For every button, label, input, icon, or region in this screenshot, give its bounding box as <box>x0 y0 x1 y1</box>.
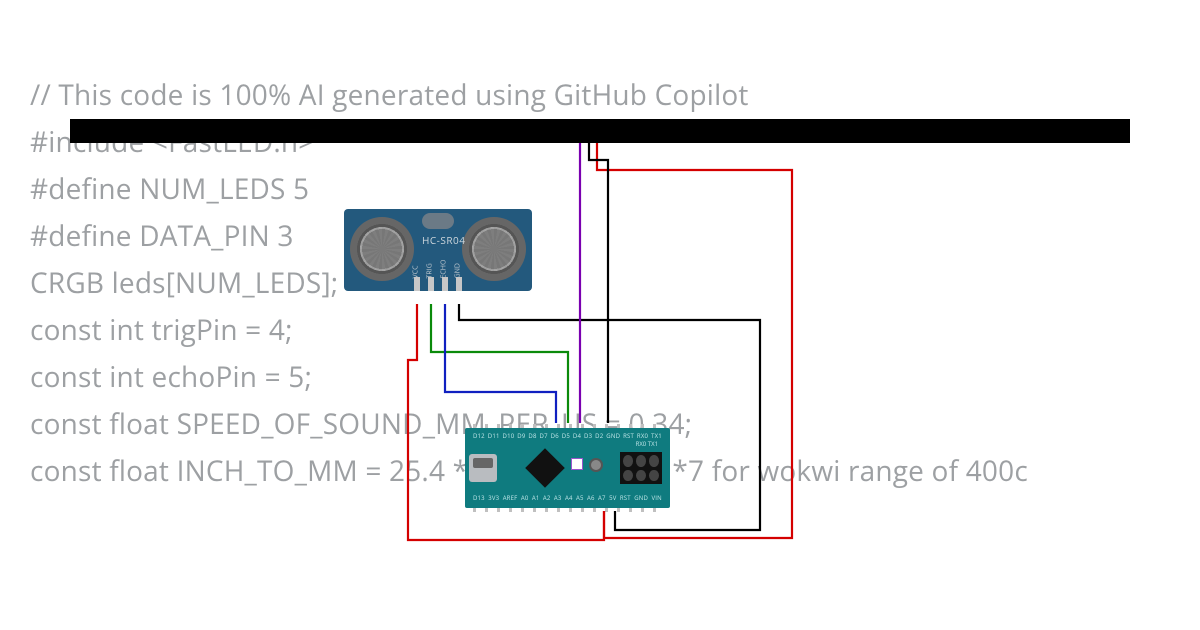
mcu-chip-icon <box>525 448 565 488</box>
sensor-pin-echo[interactable] <box>442 277 448 291</box>
reset-button[interactable] <box>589 458 603 472</box>
sensor-model-label: HC-SR04 <box>422 233 465 247</box>
code-line-6: #define NUM_LEDS 5 <box>30 166 1028 213</box>
sensor-pin-gnd[interactable] <box>456 277 462 291</box>
ultrasonic-sensor[interactable]: HC-SR04 VCC TRIG ECHO GND <box>344 209 532 291</box>
arduino-nano[interactable]: D12 D11 D10 D9 D8 D7 D6 D5 D4 D3 D2 GND … <box>465 428 670 508</box>
mcu-serial-label: RX0 TX1 <box>636 440 658 448</box>
mcu-bottom-pin-labels: D13 3V3 AREF A0 A1 A2 A3 A4 A5 A6 A7 5V … <box>473 494 662 504</box>
transducer-right-icon <box>462 217 526 281</box>
sensor-pins <box>414 277 462 291</box>
sensor-pin-trig[interactable] <box>428 277 434 291</box>
sensor-pin-labels: VCC TRIG ECHO GND <box>410 268 464 277</box>
led-strip[interactable] <box>70 119 1130 143</box>
sensor-pin-vcc[interactable] <box>414 277 420 291</box>
builtin-led-icon <box>571 458 583 470</box>
usb-port-icon <box>469 454 497 482</box>
crystal-icon <box>422 213 454 229</box>
code-line-1: // This code is 100% AI generated using … <box>30 72 1028 119</box>
icsp-header <box>620 452 662 484</box>
code-line-10: const int trigPin = 4; <box>30 307 1028 354</box>
code-line-11: const int echoPin = 5; <box>30 354 1028 401</box>
transducer-left-icon <box>350 217 414 281</box>
mcu-top-pin-labels: D12 D11 D10 D9 D8 D7 D6 D5 D4 D3 D2 GND … <box>473 432 662 442</box>
